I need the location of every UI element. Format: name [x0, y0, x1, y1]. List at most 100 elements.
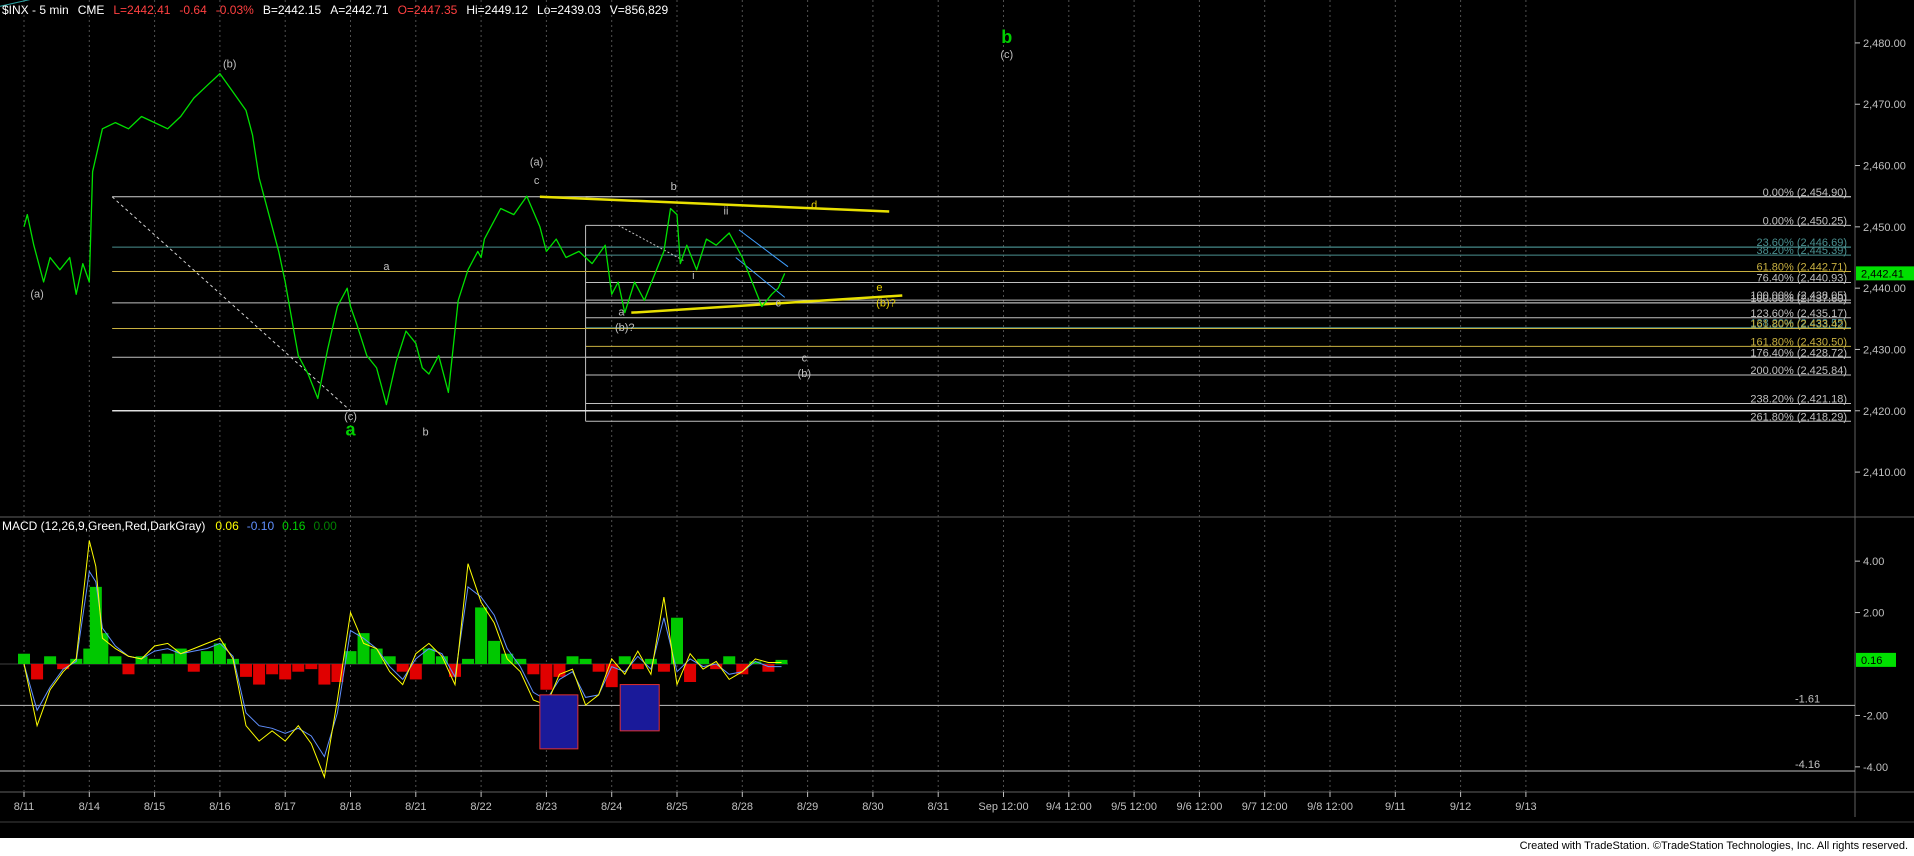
macd-histogram-bar [135, 656, 148, 664]
wave-label: e [876, 282, 882, 294]
fib-level-label: 0.00% (2,450.25) [1763, 215, 1847, 227]
time-axis-label: 8/16 [209, 801, 230, 813]
time-axis-label: 8/31 [927, 801, 948, 813]
macd-histogram-bar [697, 658, 710, 664]
time-axis-label: 8/25 [666, 801, 687, 813]
wave-label: ii [724, 206, 729, 218]
wave-label: i [692, 270, 694, 282]
time-axis-label: 9/5 12:00 [1111, 801, 1157, 813]
wave-label: a [345, 419, 356, 439]
macd-histogram-bar [488, 640, 501, 664]
price-axis-label: 2,460.00 [1863, 161, 1906, 173]
wave-label: (b) [798, 368, 811, 380]
wave-label: a [383, 261, 390, 273]
header-ask: A=2442.71 [330, 3, 389, 17]
macd-histogram-bar [292, 664, 305, 672]
macd-histogram-bar [527, 664, 540, 675]
macd-histogram-bar [122, 664, 135, 675]
header-volume: V=856,829 [610, 3, 669, 17]
macd-histogram-bar [723, 656, 736, 664]
header-open: O=2447.35 [398, 3, 458, 17]
macd-histogram-bar [775, 659, 788, 664]
macd-legend-value: -0.10 [247, 519, 275, 533]
macd-histogram-bar [240, 664, 253, 677]
wave-label: (b)? [615, 322, 635, 334]
price-axis-label: 2,440.00 [1863, 283, 1906, 295]
time-axis-label: 9/7 12:00 [1242, 801, 1288, 813]
macd-title: MACD (12,26,9,Green,Red,DarkGray) [2, 519, 205, 533]
time-axis-label: 8/21 [405, 801, 426, 813]
wave-label: (a) [530, 157, 543, 169]
macd-histogram-bar [396, 664, 409, 672]
time-axis-label: 9/11 [1385, 801, 1406, 813]
macd-histogram-bar [579, 658, 592, 664]
macd-level-label: -1.61 [1795, 693, 1820, 705]
price-axis-label: 2,420.00 [1863, 406, 1906, 418]
time-axis-label: 8/17 [274, 801, 295, 813]
wave-label: (a) [30, 288, 43, 300]
wave-label: d [811, 199, 817, 211]
macd-histogram-bar [266, 664, 279, 675]
time-axis-label: 8/22 [470, 801, 491, 813]
wave-label: b [423, 426, 429, 438]
channel-line [735, 257, 786, 298]
time-axis-label: Sep 12:00 [978, 801, 1028, 813]
macd-histogram-bar [592, 664, 605, 672]
header-low: Lo=2439.03 [537, 3, 601, 17]
macd-histogram-bar [148, 658, 161, 664]
price-axis-label: 2,470.00 [1863, 99, 1906, 111]
macd-histogram-bar [644, 658, 657, 664]
macd-axis-label: -2.00 [1863, 710, 1888, 722]
time-axis-label: 9/6 12:00 [1176, 801, 1222, 813]
macd-axis-label: -4.00 [1863, 762, 1888, 774]
header-change-pct: -0.03% [216, 3, 254, 17]
macd-histogram-bar [618, 656, 631, 664]
wave-label: b [1001, 27, 1012, 47]
wave-label: c [802, 353, 808, 365]
macd-axis-label: 2.00 [1863, 608, 1884, 620]
wave-label: (b)? [876, 298, 896, 310]
time-axis-label: 8/29 [797, 801, 818, 813]
macd-histogram-bar [422, 648, 435, 664]
footer-bar: Created with TradeStation. ©TradeStation… [0, 838, 1914, 856]
fib-level-label: 238.20% (2,421.18) [1750, 394, 1847, 406]
time-axis-label: 9/8 12:00 [1307, 801, 1353, 813]
macd-highlight-box [539, 694, 579, 750]
channel-line [738, 229, 789, 268]
header-symbol: $INX - 5 min [2, 3, 69, 17]
header-bid: B=2442.15 [263, 3, 322, 17]
wedge-upper-line [539, 195, 890, 213]
macd-legend-value: 0.06 [215, 519, 239, 533]
time-axis-label: 8/18 [340, 801, 361, 813]
macd-histogram-bar [109, 656, 122, 664]
macd-histogram-bar [187, 664, 200, 672]
time-axis-label: 8/30 [862, 801, 883, 813]
wave-label: b [671, 181, 677, 193]
wedge-lower-line [631, 294, 903, 314]
time-axis-label: 8/23 [536, 801, 557, 813]
price-axis-label: 2,410.00 [1863, 467, 1906, 479]
price-axis-label: 2,480.00 [1863, 38, 1906, 50]
macd-axis-label: 4.00 [1863, 556, 1884, 568]
time-axis-label: 9/13 [1515, 801, 1536, 813]
macd-histogram-bar [684, 664, 697, 682]
macd-histogram-bar [475, 607, 488, 664]
time-axis-label: 9/12 [1450, 801, 1471, 813]
wave-label: (b) [223, 58, 236, 70]
header-last: L=2442.41 [113, 3, 170, 17]
wave-label: (c) [1000, 49, 1013, 61]
last-price-label: 2,442.41 [1861, 268, 1904, 280]
time-axis-label: 8/15 [144, 801, 165, 813]
footer-credit: Created with TradeStation. ©TradeStation… [1519, 840, 1908, 852]
price-axis-label: 2,450.00 [1863, 222, 1906, 234]
wave-label: c [775, 298, 781, 310]
macd-histogram-bar [161, 653, 174, 664]
header-change: -0.64 [179, 3, 207, 17]
time-axis-label: 8/11 [14, 801, 35, 813]
price-and-macd-chart[interactable]: 2,480.00 2,470.00 2,460.00 2,450.00 2,440.00… [0, 0, 1914, 838]
macd-histogram-bar [200, 651, 213, 664]
macd-histogram-bar [279, 664, 292, 680]
macd-current-label: 0.16 [1861, 655, 1882, 667]
fib-level-label: 261.80% (2,418.29) [1750, 411, 1847, 423]
macd-histogram-bar [253, 664, 266, 685]
